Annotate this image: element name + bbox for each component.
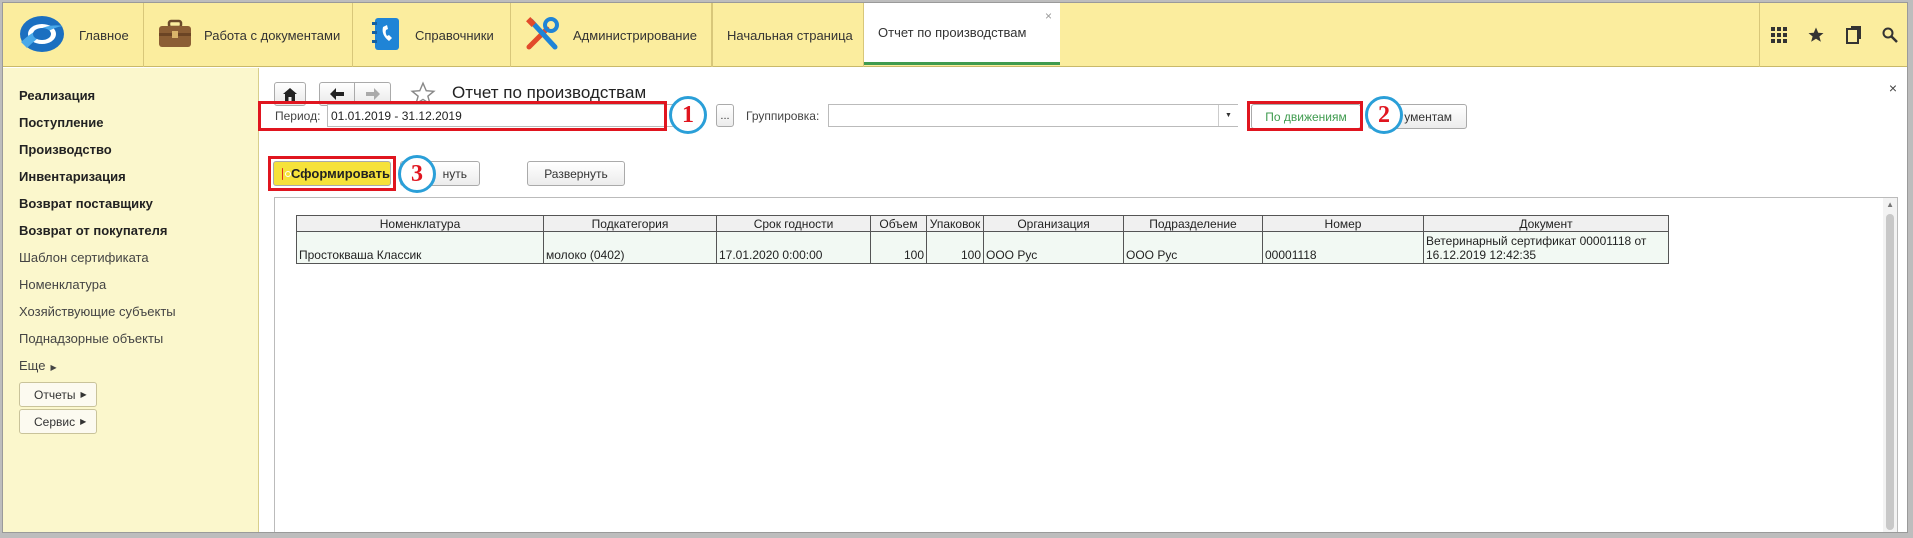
tab-close-icon[interactable]: ×: [1045, 9, 1052, 23]
callout-1: 1: [669, 96, 707, 134]
col-header: Подкатегория: [543, 215, 717, 232]
table-row: Простокваша Классик молоко (0402) 17.01.…: [296, 231, 1669, 264]
grouping-dropdown-button[interactable]: ▼: [1218, 105, 1238, 126]
search-icon[interactable]: [1871, 3, 1907, 67]
report-form: Отчет по производствам × Период: 01.01.2…: [258, 68, 1907, 532]
highlight-period: [258, 101, 667, 131]
col-header: Упаковок: [926, 215, 984, 232]
sidebar-item-production[interactable]: Производство: [19, 142, 112, 157]
vertical-scrollbar[interactable]: ▲: [1883, 198, 1897, 532]
cell-division[interactable]: ООО Рус: [1123, 231, 1263, 264]
col-header: Срок годности: [716, 215, 871, 232]
callout-2: 2: [1365, 96, 1403, 134]
section-references[interactable]: Справочники: [353, 3, 511, 67]
period-select-button[interactable]: ...: [716, 104, 734, 127]
caret-right-icon: ▶: [80, 417, 87, 426]
sidebar-item-supervised-objects[interactable]: Поднадзорные объекты: [19, 331, 163, 346]
col-header: Документ: [1423, 215, 1669, 232]
reports-button[interactable]: Отчеты ▶: [19, 382, 97, 407]
col-header: Подразделение: [1123, 215, 1263, 232]
cell-packages[interactable]: 100: [926, 231, 984, 264]
sidebar-item-more[interactable]: Еще ▶: [19, 358, 57, 373]
arrow-left-icon: [330, 88, 344, 100]
cell-volume[interactable]: 100: [870, 231, 927, 264]
section-administration[interactable]: Администрирование: [511, 3, 712, 67]
sidebar-item-nomenclature[interactable]: Номенклатура: [19, 277, 106, 292]
section-label: Справочники: [415, 27, 494, 43]
expand-button[interactable]: Развернуть: [527, 161, 625, 186]
col-header: Номер: [1262, 215, 1424, 232]
sidebar-item-return-to-supplier[interactable]: Возврат поставщику: [19, 196, 153, 211]
report-spreadsheet[interactable]: ▲ Номенклатура Подкатегория Срок годност…: [274, 197, 1898, 532]
tab-production-report[interactable]: Отчет по производствам ×: [864, 3, 1060, 65]
tools-icon: [525, 16, 561, 54]
section-label: Работа с документами: [204, 27, 341, 43]
star-icon[interactable]: [1797, 3, 1835, 67]
scroll-thumb[interactable]: [1886, 214, 1894, 530]
close-form-icon[interactable]: ×: [1889, 80, 1897, 96]
sidebar-item-inventory[interactable]: Инвентаризация: [19, 169, 126, 184]
grouping-input[interactable]: [828, 104, 1238, 127]
briefcase-icon: [158, 19, 192, 52]
table-header-row: Номенклатура Подкатегория Срок годности …: [296, 215, 1669, 232]
sidebar: Реализация Поступление Производство Инве…: [3, 68, 259, 532]
home-icon: [283, 87, 297, 101]
highlight-by-movements: [1247, 101, 1363, 131]
col-header: Организация: [983, 215, 1124, 232]
section-label: Администрирование: [573, 27, 697, 43]
sidebar-item-return-from-customer[interactable]: Возврат от покупателя: [19, 223, 167, 238]
cell-number[interactable]: 00001118: [1262, 231, 1424, 264]
arrow-right-icon: [365, 88, 380, 100]
service-label: Сервис: [34, 414, 76, 429]
sidebar-item-certificate-template[interactable]: Шаблон сертификата: [19, 250, 149, 265]
col-header: Номенклатура: [296, 215, 544, 232]
caret-right-icon: ▶: [80, 390, 87, 399]
grid-menu-icon[interactable]: [1759, 3, 1797, 67]
sidebar-item-sales[interactable]: Реализация: [19, 88, 95, 103]
more-label: Еще: [19, 358, 46, 373]
section-label: Главное: [79, 27, 129, 43]
scroll-up-icon[interactable]: ▲: [1886, 200, 1894, 209]
reports-label: Отчеты: [34, 387, 76, 402]
service-button[interactable]: Сервис ▶: [19, 409, 97, 434]
col-header: Объем: [870, 215, 927, 232]
app-window: Главное Работа с документами Справочники…: [2, 2, 1908, 533]
section-documents[interactable]: Работа с документами: [144, 3, 353, 67]
address-book-icon: [371, 17, 403, 54]
app-logo-icon: [17, 12, 67, 59]
grouping-label: Группировка:: [746, 109, 820, 123]
tab-start-page[interactable]: Начальная страница: [712, 3, 864, 67]
caret-right-icon: ▶: [50, 363, 57, 372]
callout-3: 3: [398, 155, 436, 193]
cell-nomenclature[interactable]: Простокваша Классик: [296, 231, 544, 264]
cell-document[interactable]: Ветеринарный сертификат 00001118 от 16.1…: [1423, 231, 1669, 264]
cell-organization[interactable]: ООО Рус: [983, 231, 1124, 264]
top-bar: Главное Работа с документами Справочники…: [3, 3, 1907, 67]
sidebar-item-receipts[interactable]: Поступление: [19, 115, 104, 130]
page-title: Отчет по производствам: [452, 83, 647, 102]
history-icon[interactable]: [1835, 3, 1873, 67]
cell-expiry[interactable]: 17.01.2020 0:00:00: [716, 231, 871, 264]
highlight-generate: [268, 156, 396, 191]
tab-label: Отчет по производствам: [878, 25, 1027, 40]
chevron-down-icon: ▼: [1225, 112, 1232, 119]
tab-label: Начальная страница: [727, 27, 853, 43]
sidebar-item-business-entities[interactable]: Хозяйствующие субъекты: [19, 304, 176, 319]
cell-subcategory[interactable]: молоко (0402): [543, 231, 717, 264]
report-table: Номенклатура Подкатегория Срок годности …: [296, 215, 1669, 264]
section-main[interactable]: Главное: [3, 3, 144, 67]
